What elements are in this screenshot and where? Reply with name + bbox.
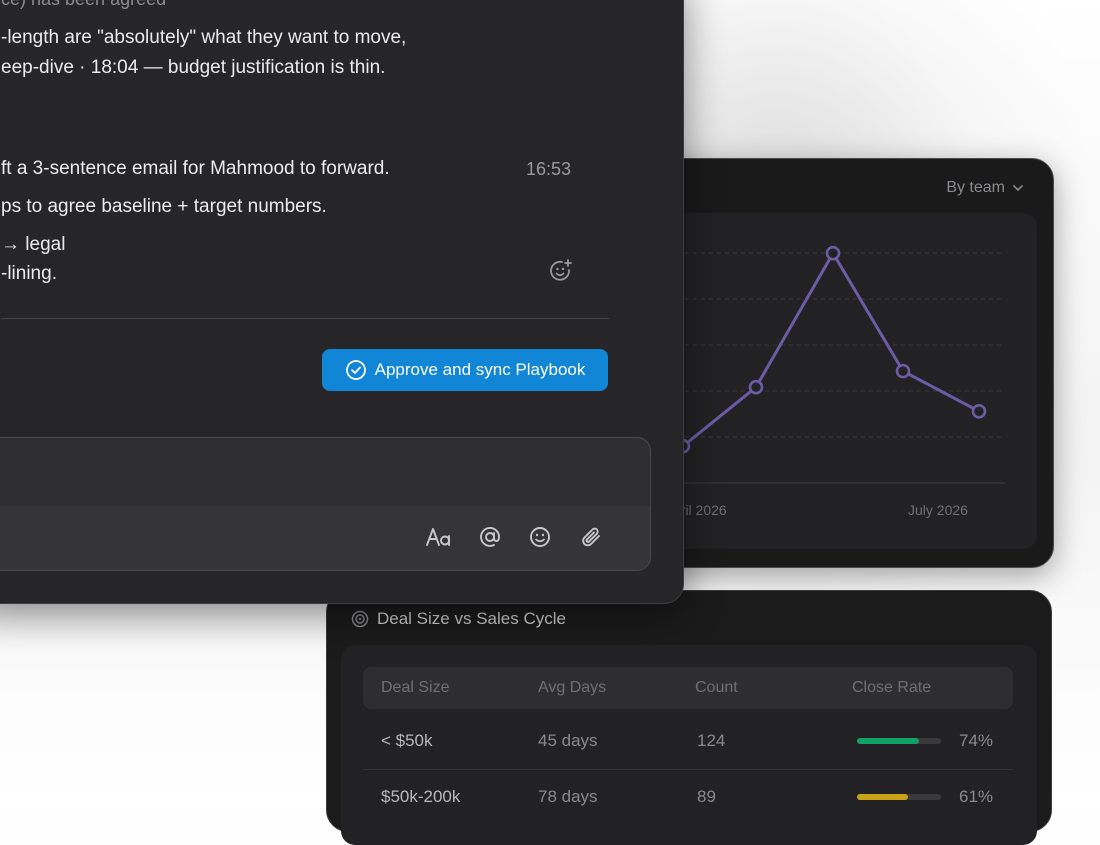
cell-count: 89 [697,787,716,806]
column-header-close-rate[interactable]: Close Rate [852,679,931,697]
chevron-down-icon [1013,185,1023,192]
check-circle-icon [345,360,366,380]
message-line: ps to agree baseline + target numbers. [1,196,327,217]
data-point [748,379,764,395]
close-rate-fill [857,794,909,800]
table-row[interactable]: $50k-200k 78 days 89 61% [363,767,1013,823]
deal-size-card: Deal Size vs Sales Cycle Deal Size Avg D… [326,590,1052,845]
add-reaction-icon[interactable] [547,257,575,290]
cell-deal-size: < $50k [381,731,433,750]
close-rate-bar [857,738,941,744]
message-line: -lining. [1,263,57,284]
approve-sync-label: Approve and sync Playbook [374,360,586,379]
column-header-deal-size[interactable]: Deal Size [381,679,449,697]
table-header: Deal Size Avg Days Count Close Rate [363,667,1013,709]
message-line: ce) has been agreed [1,0,166,10]
card-title-text: Deal Size vs Sales Cycle [377,609,566,628]
table-row[interactable]: < $50k 45 days 124 74% [363,711,1013,767]
message-timestamp: 16:53 [526,159,572,179]
card-title: Deal Size vs Sales Cycle [351,609,566,629]
x-tick-label: July 2026 [908,502,968,518]
cell-count: 124 [697,731,726,750]
dropdown-label: By team [946,179,1005,196]
message-line: eep-dive · 18:04 — budget justification … [1,57,386,78]
approve-sync-button[interactable]: Approve and sync Playbook [322,349,608,391]
cell-deal-size: $50k-200k [381,787,461,806]
deal-table: Deal Size Avg Days Count Close Rate < $5… [341,645,1037,845]
close-rate-fill [857,738,920,744]
message-line: ft a 3-sentence email for Mahmood to for… [1,158,390,179]
cell-close-rate: 61% [959,787,994,806]
data-point [825,245,841,261]
attachment-icon[interactable] [577,523,605,551]
cell-avg-days: 45 days [538,731,598,750]
cell-close-rate: 74% [959,731,994,750]
text-format-icon[interactable] [425,523,453,551]
column-header-avg-days[interactable]: Avg Days [538,679,606,697]
emoji-icon[interactable] [526,523,554,551]
data-point [971,404,987,419]
column-header-count[interactable]: Count [695,679,738,697]
cell-avg-days: 78 days [538,787,598,806]
message-composer[interactable] [0,437,651,571]
message-line: → legal [1,234,66,255]
team-dropdown[interactable]: By team [946,179,1025,197]
message-line: -length are "absolutely" what they want … [1,27,407,48]
mention-icon[interactable] [476,523,504,551]
chat-panel: ce) has been agreed -length are "absolut… [0,0,684,604]
target-icon [351,610,369,628]
close-rate-bar [857,794,941,800]
data-point [895,363,911,379]
divider [1,318,609,319]
series-line [682,251,980,448]
